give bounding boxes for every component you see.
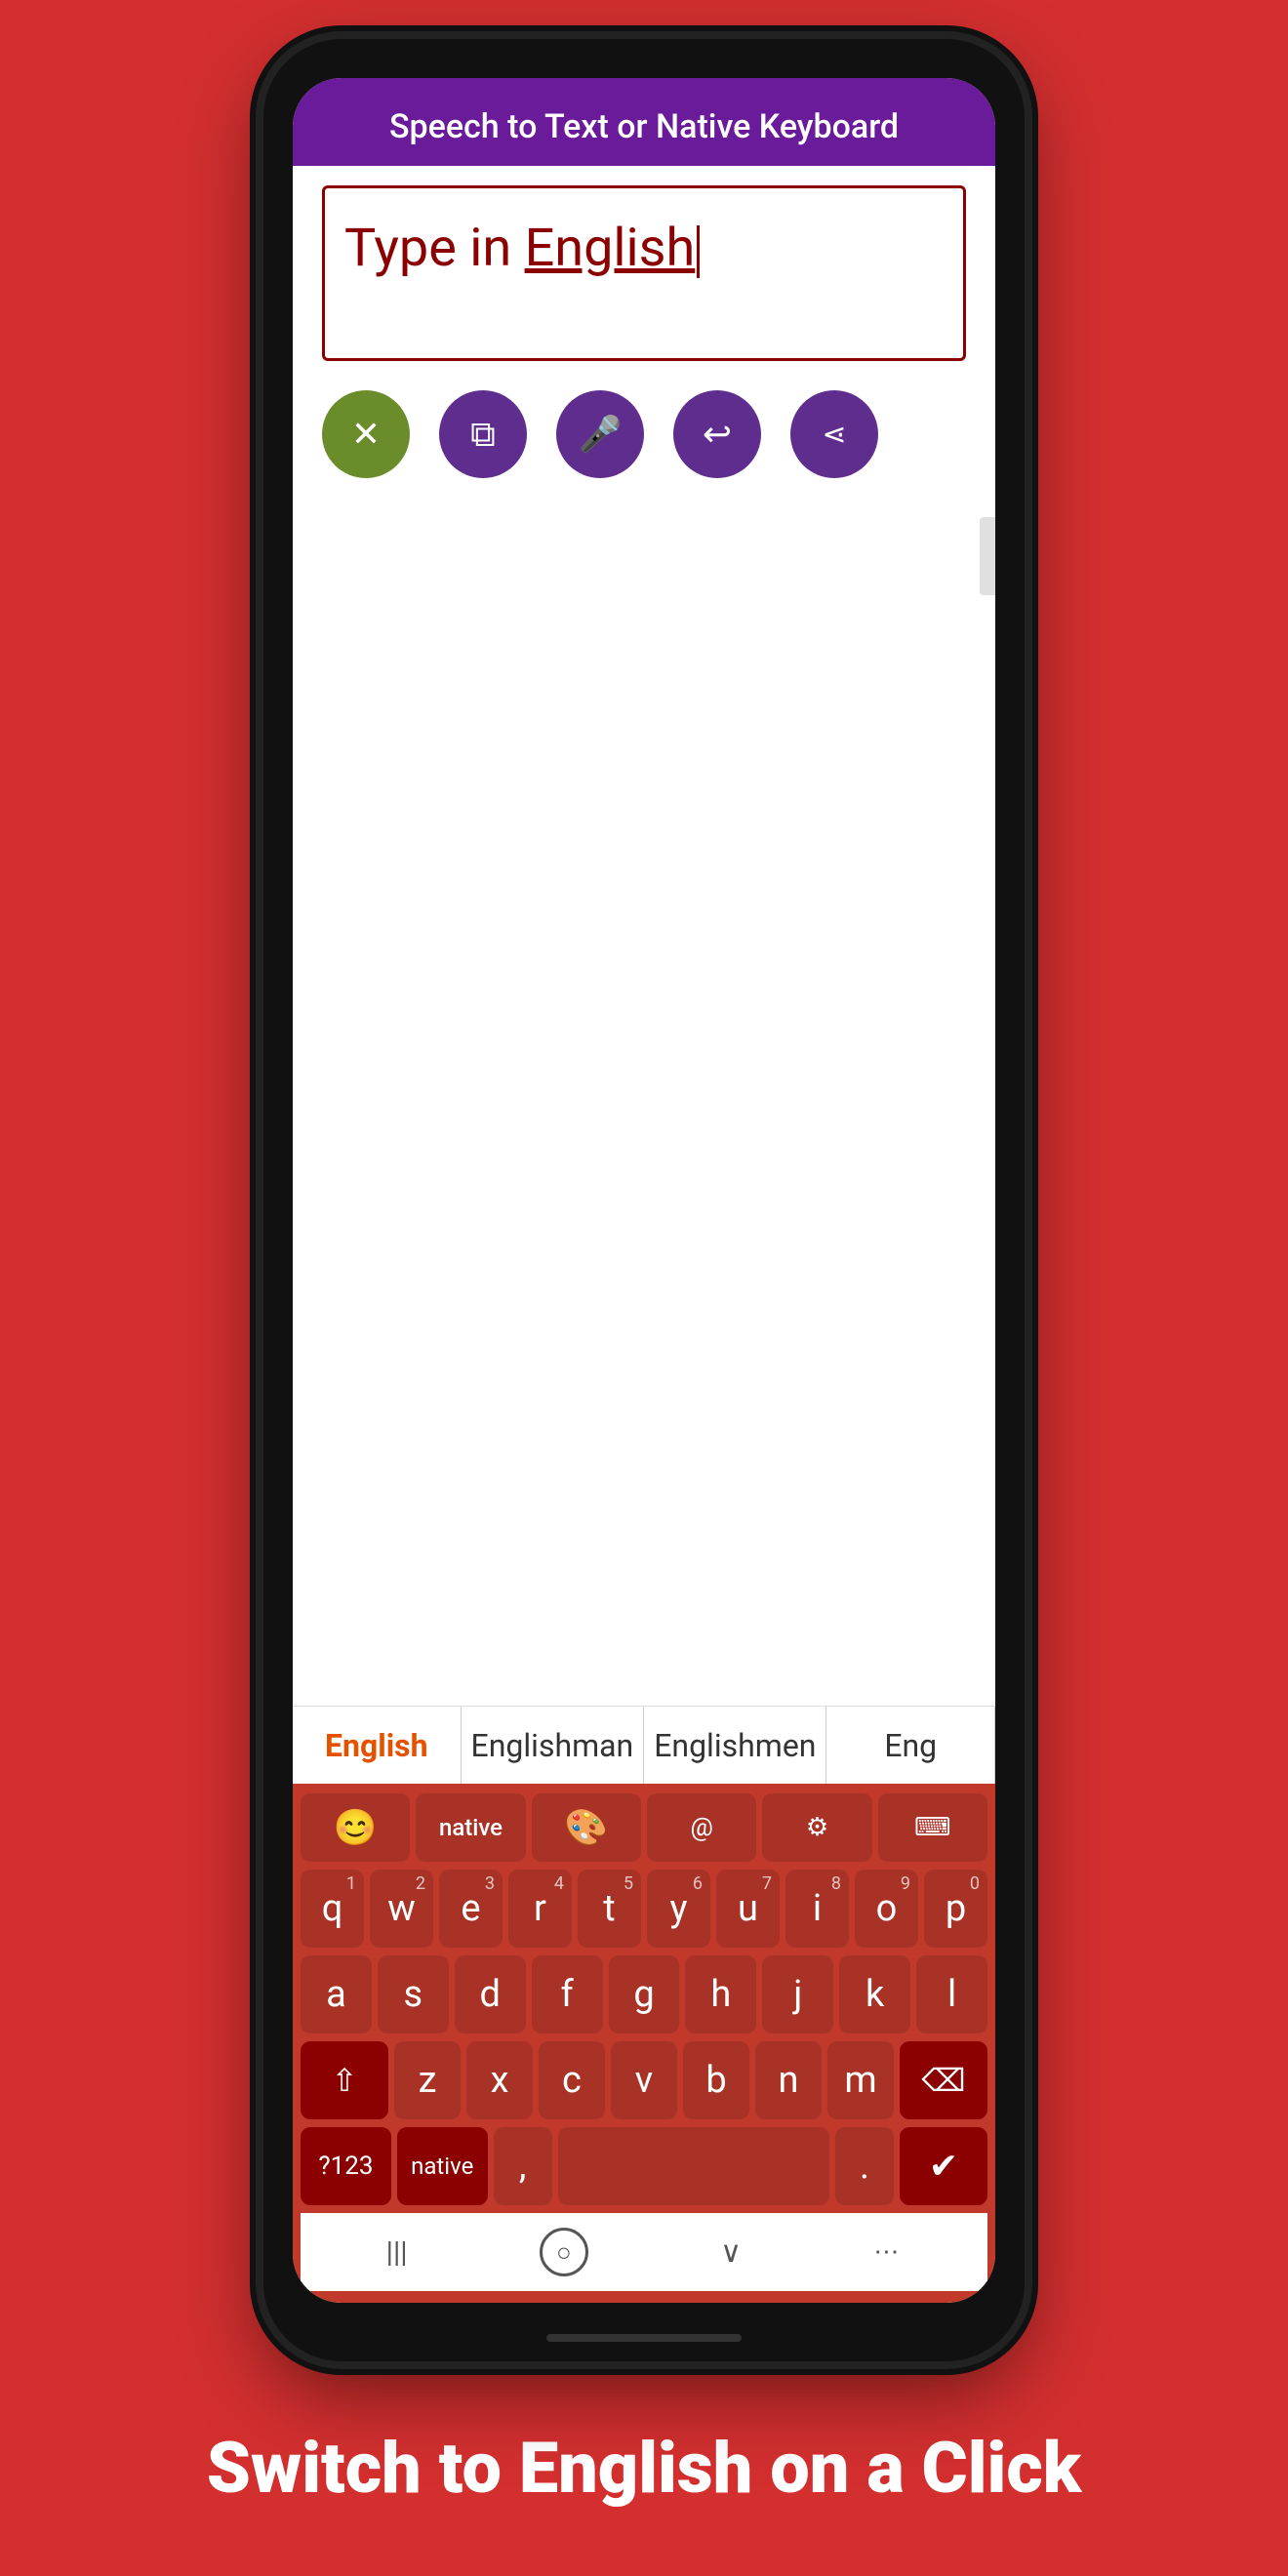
settings-key[interactable]: ⚙: [762, 1793, 871, 1862]
key-w[interactable]: 2w: [370, 1870, 433, 1948]
keyboard-row-4: ?123 native , . ✔: [301, 2127, 987, 2205]
key-m[interactable]: m: [827, 2041, 894, 2119]
key-z[interactable]: z: [394, 2041, 461, 2119]
app-header: Speech to Text or Native Keyboard: [293, 78, 995, 166]
keyboard-row-3: ⇧ z x c v b n m ⌫: [301, 2041, 987, 2119]
key-l[interactable]: l: [916, 1955, 987, 2033]
autocomplete-item-englishmen[interactable]: Englishmen: [644, 1707, 826, 1784]
share-button[interactable]: ⋖: [790, 390, 878, 478]
text-input-area[interactable]: Type in English: [322, 185, 966, 361]
key-e[interactable]: 3e: [439, 1870, 503, 1948]
home-nav-icon[interactable]: ○: [540, 2228, 588, 2276]
theme-key[interactable]: 🎨: [532, 1793, 641, 1862]
key-x[interactable]: x: [466, 2041, 533, 2119]
key-n[interactable]: n: [755, 2041, 822, 2119]
key-s[interactable]: s: [378, 1955, 449, 2033]
autocomplete-item-englishman[interactable]: Englishman: [462, 1707, 645, 1784]
key-t[interactable]: 5t: [578, 1870, 641, 1948]
bottom-text-area: Switch to English on a Click: [129, 2361, 1159, 2576]
microphone-button[interactable]: 🎤: [556, 390, 644, 478]
native-key-bottom[interactable]: native: [397, 2127, 488, 2205]
enter-key[interactable]: ✔: [900, 2127, 987, 2205]
back-nav-icon[interactable]: |||: [386, 2235, 408, 2270]
home-indicator: [546, 2334, 742, 2342]
key-a[interactable]: a: [301, 1955, 372, 2033]
key-i[interactable]: 8i: [785, 1870, 849, 1948]
key-c[interactable]: c: [539, 2041, 605, 2119]
text-highlight: English: [525, 218, 696, 279]
delete-button[interactable]: ✕: [322, 390, 410, 478]
key-f[interactable]: f: [532, 1955, 603, 2033]
recent-nav-icon[interactable]: ∨: [720, 2235, 742, 2270]
autocomplete-bar[interactable]: English Englishman Englishmen Eng: [293, 1706, 995, 1784]
key-r[interactable]: 4r: [508, 1870, 572, 1948]
copy-button[interactable]: ⧉: [439, 390, 527, 478]
keyboard-nav-icon[interactable]: ⋯: [873, 2237, 902, 2267]
space-key[interactable]: [558, 2127, 829, 2205]
app-header-title: Speech to Text or Native Keyboard: [332, 107, 956, 146]
text-input-content: Type in English: [344, 218, 944, 279]
undo-button[interactable]: ↩: [673, 390, 761, 478]
key-q[interactable]: 1q: [301, 1870, 364, 1948]
autocomplete-item-eng[interactable]: Eng: [826, 1707, 995, 1784]
key-k[interactable]: k: [839, 1955, 910, 2033]
checkmark-icon: ✔: [929, 2146, 958, 2187]
action-buttons: ✕ ⧉ 🎤 ↩ ⋖: [293, 371, 995, 498]
at-key[interactable]: @: [647, 1793, 756, 1862]
keyboard-special-row: 😊 native 🎨 @ ⚙ ⌨: [301, 1793, 987, 1862]
emoji-key[interactable]: 😊: [301, 1793, 410, 1862]
backspace-key[interactable]: ⌫: [900, 2041, 987, 2119]
keyboard-row-1: 1q 2w 3e 4r 5t 6y 7u 8i 9o 0p: [301, 1870, 987, 1948]
phone-screen: Speech to Text or Native Keyboard Type i…: [293, 78, 995, 2303]
period-key[interactable]: .: [835, 2127, 894, 2205]
key-h[interactable]: h: [685, 1955, 756, 2033]
key-o[interactable]: 9o: [855, 1870, 918, 1948]
shift-key[interactable]: ⇧: [301, 2041, 388, 2119]
autocomplete-item-english[interactable]: English: [293, 1707, 462, 1784]
keyboard-row-2: a s d f g h j k l: [301, 1955, 987, 2033]
spacer-area: [293, 498, 995, 1706]
comma-key[interactable]: ,: [494, 2127, 552, 2205]
text-prefix: Type in: [344, 218, 525, 279]
numbers-key[interactable]: ?123: [301, 2127, 391, 2205]
key-y[interactable]: 6y: [647, 1870, 710, 1948]
keyboard-switch-key[interactable]: ⌨: [878, 1793, 987, 1862]
key-p[interactable]: 0p: [924, 1870, 987, 1948]
bottom-headline: Switch to English on a Click: [207, 2427, 1081, 2511]
scroll-handle: [980, 517, 995, 595]
key-d[interactable]: d: [455, 1955, 526, 2033]
key-u[interactable]: 7u: [716, 1870, 780, 1948]
key-g[interactable]: g: [609, 1955, 680, 2033]
key-b[interactable]: b: [683, 2041, 749, 2119]
keyboard: 😊 native 🎨 @ ⚙ ⌨ 1q 2w 3e 4r 5t 6y 7u 8i…: [293, 1784, 995, 2303]
nav-bar: ||| ○ ∨ ⋯: [301, 2213, 987, 2291]
key-v[interactable]: v: [611, 2041, 677, 2119]
native-key-top[interactable]: native: [416, 1793, 525, 1862]
cursor: [697, 225, 700, 278]
phone-shell: Speech to Text or Native Keyboard Type i…: [263, 39, 1025, 2361]
key-j[interactable]: j: [762, 1955, 833, 2033]
